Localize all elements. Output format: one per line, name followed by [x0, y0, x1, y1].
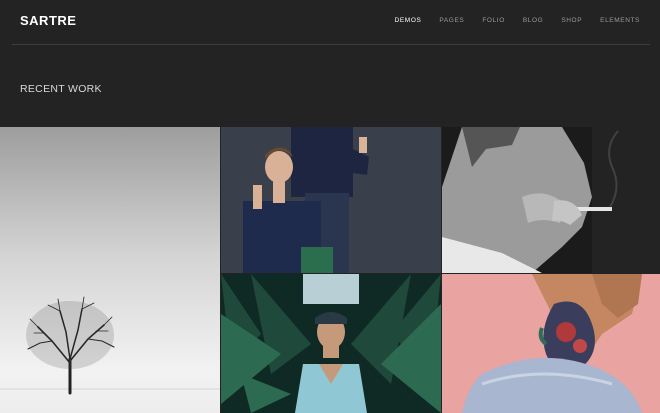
portfolio-item-cornfield[interactable]	[221, 274, 441, 413]
nav-item-blog[interactable]: BLOG	[523, 17, 543, 24]
nav-item-pages[interactable]: PAGES	[439, 17, 464, 24]
portfolio-item-suit[interactable]	[221, 127, 441, 273]
cornfield-photo	[221, 274, 441, 413]
portfolio-item-smoking[interactable]	[442, 127, 660, 273]
nav-item-folio[interactable]: FOLIO	[482, 17, 505, 24]
nav-item-demos[interactable]: DEMOS	[395, 17, 422, 24]
site-logo[interactable]: SARTRE	[20, 13, 76, 28]
portfolio-grid	[0, 127, 660, 413]
nav-item-elements[interactable]: ELEMENTS	[600, 17, 640, 24]
portfolio-item-tree[interactable]	[0, 127, 220, 413]
portfolio-item-tattoo[interactable]	[442, 274, 660, 413]
header-divider	[12, 44, 650, 45]
page: SARTRE DEMOS PAGES FOLIO BLOG SHOP ELEME…	[0, 0, 660, 413]
smoking-photo	[442, 127, 660, 273]
tattoo-photo	[442, 274, 660, 413]
main-nav: DEMOS PAGES FOLIO BLOG SHOP ELEMENTS	[377, 17, 640, 24]
nav-item-shop[interactable]: SHOP	[561, 17, 582, 24]
site-header: SARTRE DEMOS PAGES FOLIO BLOG SHOP ELEME…	[0, 0, 660, 44]
tree-photo	[0, 127, 220, 413]
section-title: RECENT WORK	[20, 83, 102, 95]
suit-photo	[221, 127, 441, 273]
